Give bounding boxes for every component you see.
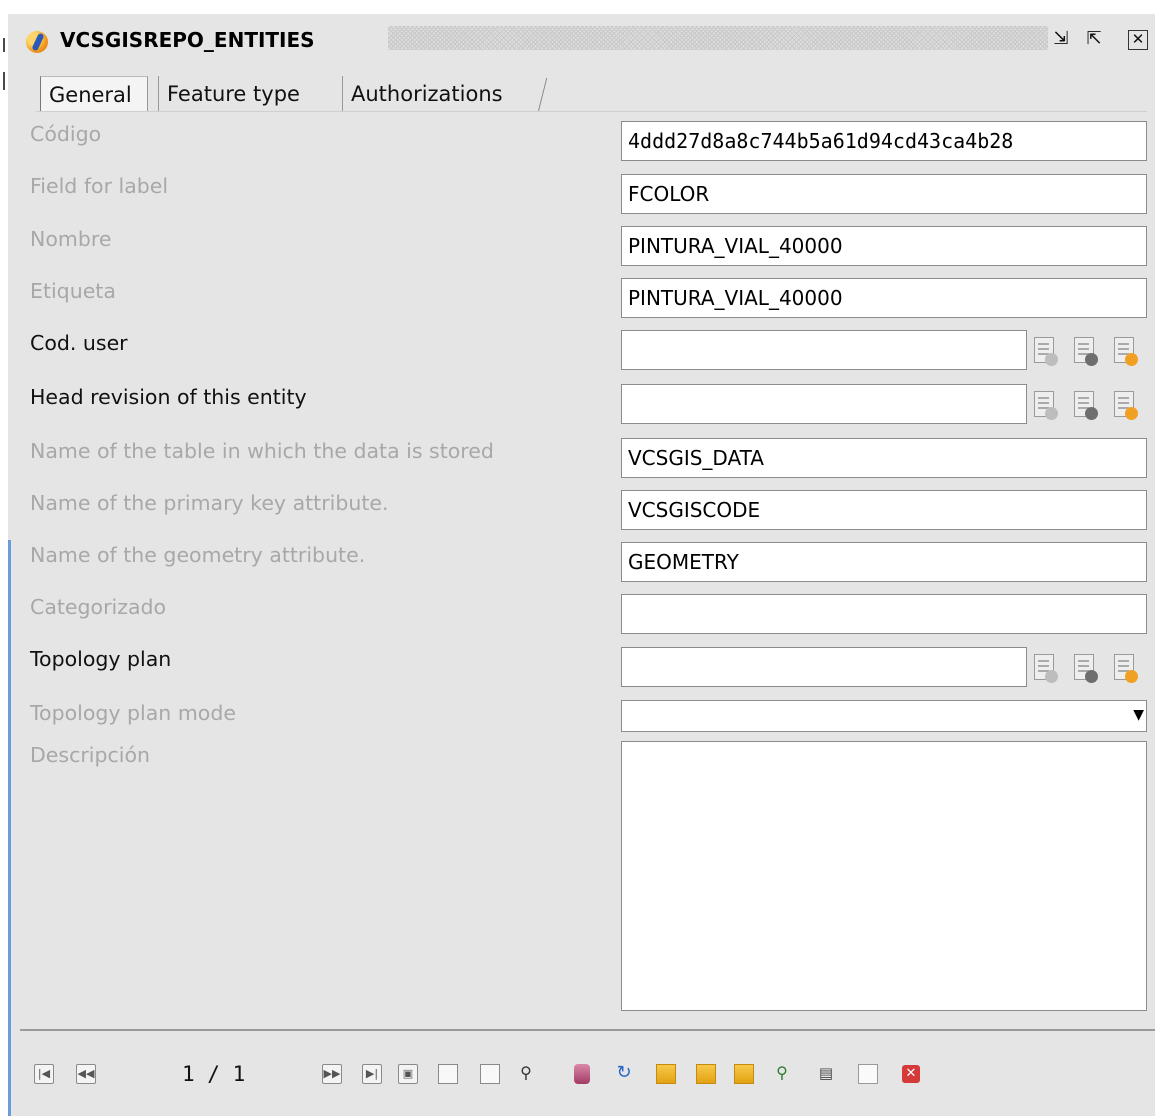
tab-feature-type-label: Feature type — [167, 82, 300, 106]
edge-mark — [3, 72, 5, 90]
cod-user-label: Cod. user — [30, 331, 128, 355]
descripcion-label: Descripción — [30, 743, 150, 767]
topology-plan-label: Topology plan — [30, 647, 172, 671]
app-icon — [26, 31, 48, 53]
title-bar[interactable]: VCSGISREPO_ENTITIES ⇲ ⇱ ✕ — [8, 14, 1155, 62]
toolbar-separator — [20, 1029, 1155, 1031]
layer-grid-icon[interactable] — [734, 1064, 754, 1084]
document-select-icon[interactable] — [1034, 337, 1058, 366]
report-icon[interactable] — [858, 1064, 878, 1084]
title-drag-area[interactable] — [388, 26, 1048, 50]
last-record-icon[interactable]: ▶| — [362, 1064, 382, 1084]
etiqueta-field[interactable]: PINTURA_VIAL_40000 — [621, 278, 1147, 318]
nombre-label: Nombre — [30, 227, 112, 251]
refresh-icon[interactable]: ↻ — [614, 1064, 634, 1084]
primary-key-field[interactable]: VCSGISCODE — [621, 490, 1147, 530]
head-revision-label: Head revision of this entity — [30, 385, 307, 409]
new-record-icon[interactable] — [438, 1064, 458, 1084]
left-edge — [0, 0, 8, 1116]
geometry-attr-field[interactable]: GEOMETRY — [621, 542, 1147, 582]
tab-authorizations[interactable]: Authorizations — [342, 76, 542, 112]
document-edit-icon[interactable] — [1114, 391, 1138, 420]
codigo-label: Código — [30, 122, 102, 146]
tab-general-label: General — [49, 83, 132, 107]
next-record-icon[interactable]: ▶▶ — [322, 1064, 342, 1084]
maximize-window-icon[interactable]: ⇱ — [1083, 28, 1105, 50]
window-title: VCSGISREPO_ENTITIES — [60, 28, 315, 52]
filter-layer-icon[interactable] — [696, 1064, 716, 1084]
codigo-field[interactable]: 4ddd27d8a8c744b5a61d94cd43ca4b28 — [621, 121, 1147, 161]
primary-key-label: Name of the primary key attribute. — [30, 491, 389, 515]
tab-baseline — [36, 111, 1147, 112]
geometry-attr-label: Name of the geometry attribute. — [30, 543, 366, 567]
edge-mark — [3, 38, 5, 52]
close-form-icon[interactable]: ✕ — [902, 1065, 920, 1083]
tab-authorizations-label: Authorizations — [351, 82, 503, 106]
topology-plan-field[interactable] — [621, 647, 1027, 687]
document-clear-icon[interactable] — [1074, 391, 1098, 420]
field-for-label-label: Field for label — [30, 174, 169, 198]
restore-window-icon[interactable]: ⇲ — [1050, 28, 1072, 50]
tab-general[interactable]: General — [40, 76, 148, 112]
delete-record-icon[interactable] — [480, 1064, 500, 1084]
categorizado-label: Categorizado — [30, 595, 167, 619]
export-icon[interactable]: ▤ — [816, 1064, 836, 1084]
etiqueta-label: Etiqueta — [30, 279, 116, 303]
search-icon[interactable]: ⚲ — [516, 1064, 536, 1084]
nombre-field[interactable]: PINTURA_VIAL_40000 — [621, 226, 1147, 266]
categorizado-field[interactable] — [621, 594, 1147, 634]
topology-plan-mode-label: Topology plan mode — [30, 701, 236, 725]
field-for-label-field[interactable]: FCOLOR — [621, 174, 1147, 214]
page-counter: 1 / 1 — [182, 1062, 246, 1086]
zoom-to-icon[interactable]: ⚲ — [772, 1064, 792, 1084]
edge-highlight — [8, 540, 11, 1116]
add-layer-icon[interactable] — [656, 1064, 676, 1084]
document-clear-icon[interactable] — [1074, 654, 1098, 683]
document-select-icon[interactable] — [1034, 654, 1058, 683]
save-icon[interactable]: ▣ — [398, 1064, 418, 1084]
tab-feature-type[interactable]: Feature type — [158, 76, 338, 112]
database-icon[interactable] — [574, 1064, 590, 1084]
topology-plan-mode-select[interactable]: ▼ — [621, 700, 1147, 732]
descripcion-textarea[interactable] — [621, 741, 1147, 1011]
head-revision-field[interactable] — [621, 384, 1027, 424]
previous-record-icon[interactable]: ◀◀ — [76, 1064, 96, 1084]
cod-user-field[interactable] — [621, 330, 1027, 370]
document-select-icon[interactable] — [1034, 391, 1058, 420]
document-clear-icon[interactable] — [1074, 337, 1098, 366]
document-edit-icon[interactable] — [1114, 337, 1138, 366]
document-edit-icon[interactable] — [1114, 654, 1138, 683]
table-name-field[interactable]: VCSGIS_DATA — [621, 438, 1147, 478]
first-record-icon[interactable]: |◀ — [34, 1064, 54, 1084]
dropdown-arrow-icon[interactable]: ▼ — [1133, 707, 1144, 723]
table-name-label: Name of the table in which the data is s… — [30, 439, 494, 463]
close-window-icon[interactable]: ✕ — [1128, 30, 1148, 50]
